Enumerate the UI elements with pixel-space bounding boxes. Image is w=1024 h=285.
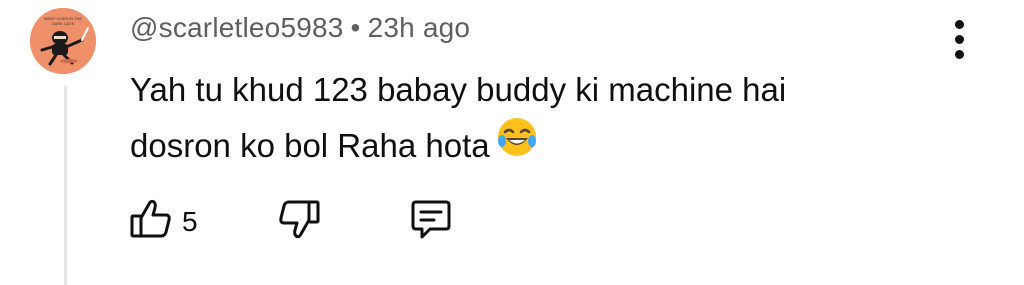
thumbs-up-icon[interactable]	[128, 196, 174, 247]
comment-text-line2: dosron ko bol Raha hota	[130, 116, 950, 175]
comment-time: 23h ago	[367, 12, 471, 43]
meta-separator: •	[350, 12, 361, 43]
comment-meta: @scarletleo5983 • 23h ago	[130, 12, 470, 44]
like-count: 5	[182, 206, 198, 237]
comment-body: Yah tu khud 123 babay buddy ki machine h…	[130, 62, 950, 175]
avatar-label: WHAT GOES IN THE DARK CATS	[43, 16, 83, 26]
thumbs-down-icon[interactable]	[276, 196, 322, 247]
comment-author[interactable]: @scarletleo5983	[130, 12, 344, 43]
comment-text-line1: Yah tu khud 123 babay buddy ki machine h…	[130, 71, 787, 108]
thread-line	[64, 86, 67, 285]
laughing-emoji-icon	[496, 116, 538, 175]
avatar[interactable]: WHAT GOES IN THE DARK CATS	[30, 8, 96, 74]
more-vertical-icon[interactable]	[948, 20, 972, 60]
reply-comment-icon[interactable]	[408, 196, 454, 247]
